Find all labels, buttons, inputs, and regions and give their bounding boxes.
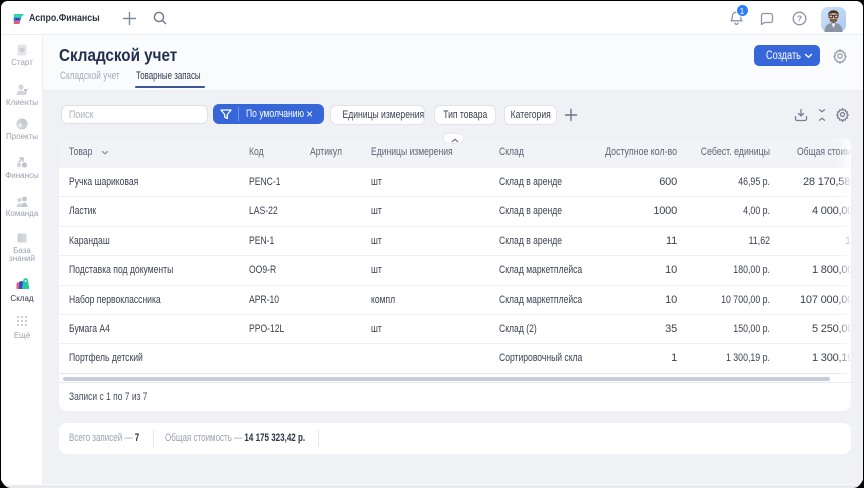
svg-text:?: ? (797, 14, 802, 24)
